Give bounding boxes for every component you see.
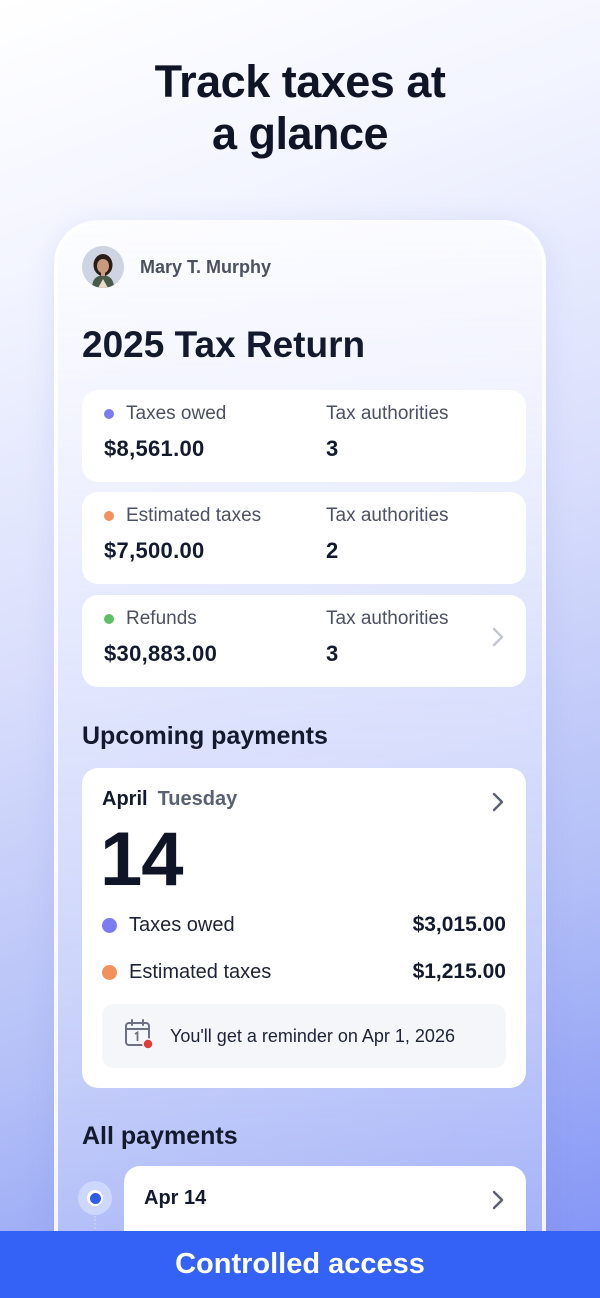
authorities-label: Tax authorities — [326, 608, 449, 629]
headline: Track taxes at a glance — [0, 56, 600, 160]
summary-card-taxes-owed[interactable]: Taxes owed $8,561.00 Tax authorities 3 — [82, 390, 526, 482]
authorities-count: 2 — [326, 538, 339, 563]
avatar — [82, 246, 124, 288]
payment-date: Apr 14 — [144, 1187, 207, 1209]
calendar-reminder-icon — [124, 1018, 154, 1055]
chevron-right-icon[interactable] — [492, 1190, 504, 1215]
timeline-dot — [78, 1181, 112, 1215]
authorities-count: 3 — [326, 436, 339, 461]
headline-line-2: a glance — [211, 108, 389, 159]
user-profile[interactable]: Mary T. Murphy — [82, 246, 271, 288]
authorities-label: Tax authorities — [326, 403, 449, 424]
summary-amount: $7,500.00 — [104, 538, 205, 563]
bottom-banner-text: Controlled access — [175, 1248, 425, 1280]
payment-label: Estimated taxes — [129, 960, 272, 983]
summary-label: Estimated taxes — [126, 505, 262, 526]
upcoming-month: April — [102, 788, 148, 810]
estimated-taxes-dot — [102, 964, 117, 980]
reminder-text: You'll get a reminder on Apr 1, 2026 — [170, 1025, 455, 1046]
summary-card-refunds[interactable]: Refunds $30,883.00 Tax authorities 3 — [82, 595, 526, 687]
upcoming-date: April Tuesday — [102, 788, 237, 811]
upcoming-payments-title: Upcoming payments — [82, 722, 328, 750]
chevron-right-icon[interactable] — [492, 792, 504, 817]
authorities-label: Tax authorities — [326, 505, 449, 526]
page-title: 2025 Tax Return — [82, 324, 366, 365]
bottom-banner: Controlled access — [0, 1231, 600, 1298]
summary-label: Refunds — [126, 608, 197, 629]
payment-row-taxes-owed: Taxes owed $3,015.00 — [102, 912, 506, 938]
all-payments-title: All payments — [82, 1122, 238, 1150]
payment-label: Taxes owed — [129, 913, 235, 936]
summary-amount: $30,883.00 — [104, 641, 218, 666]
payment-amount: $3,015.00 — [412, 913, 506, 936]
summary-amount: $8,561.00 — [104, 436, 205, 461]
reminder-banner: You'll get a reminder on Apr 1, 2026 — [102, 1004, 506, 1068]
authorities-count: 3 — [326, 641, 339, 666]
payment-row-estimated-taxes: Estimated taxes $1,215.00 — [102, 959, 506, 985]
taxes-owed-dot — [102, 917, 117, 933]
taxes-owed-dot — [104, 409, 114, 419]
refunds-dot — [104, 614, 114, 624]
estimated-taxes-dot — [104, 511, 114, 521]
chevron-right-icon[interactable] — [492, 627, 504, 652]
upcoming-day: 14 — [100, 817, 184, 902]
headline-line-1: Track taxes at — [154, 56, 446, 107]
phone-frame: Mary T. Murphy 2025 Tax Return Taxes owe… — [54, 220, 546, 1298]
upcoming-weekday: Tuesday — [157, 788, 238, 810]
summary-label: Taxes owed — [126, 403, 227, 424]
summary-card-estimated-taxes[interactable]: Estimated taxes $7,500.00 Tax authoritie… — [82, 492, 526, 584]
upcoming-payment-card[interactable]: April Tuesday 14 Taxes owed $3,015.00 Es… — [82, 768, 526, 1088]
user-name: Mary T. Murphy — [140, 256, 272, 277]
payment-amount: $1,215.00 — [412, 960, 506, 983]
